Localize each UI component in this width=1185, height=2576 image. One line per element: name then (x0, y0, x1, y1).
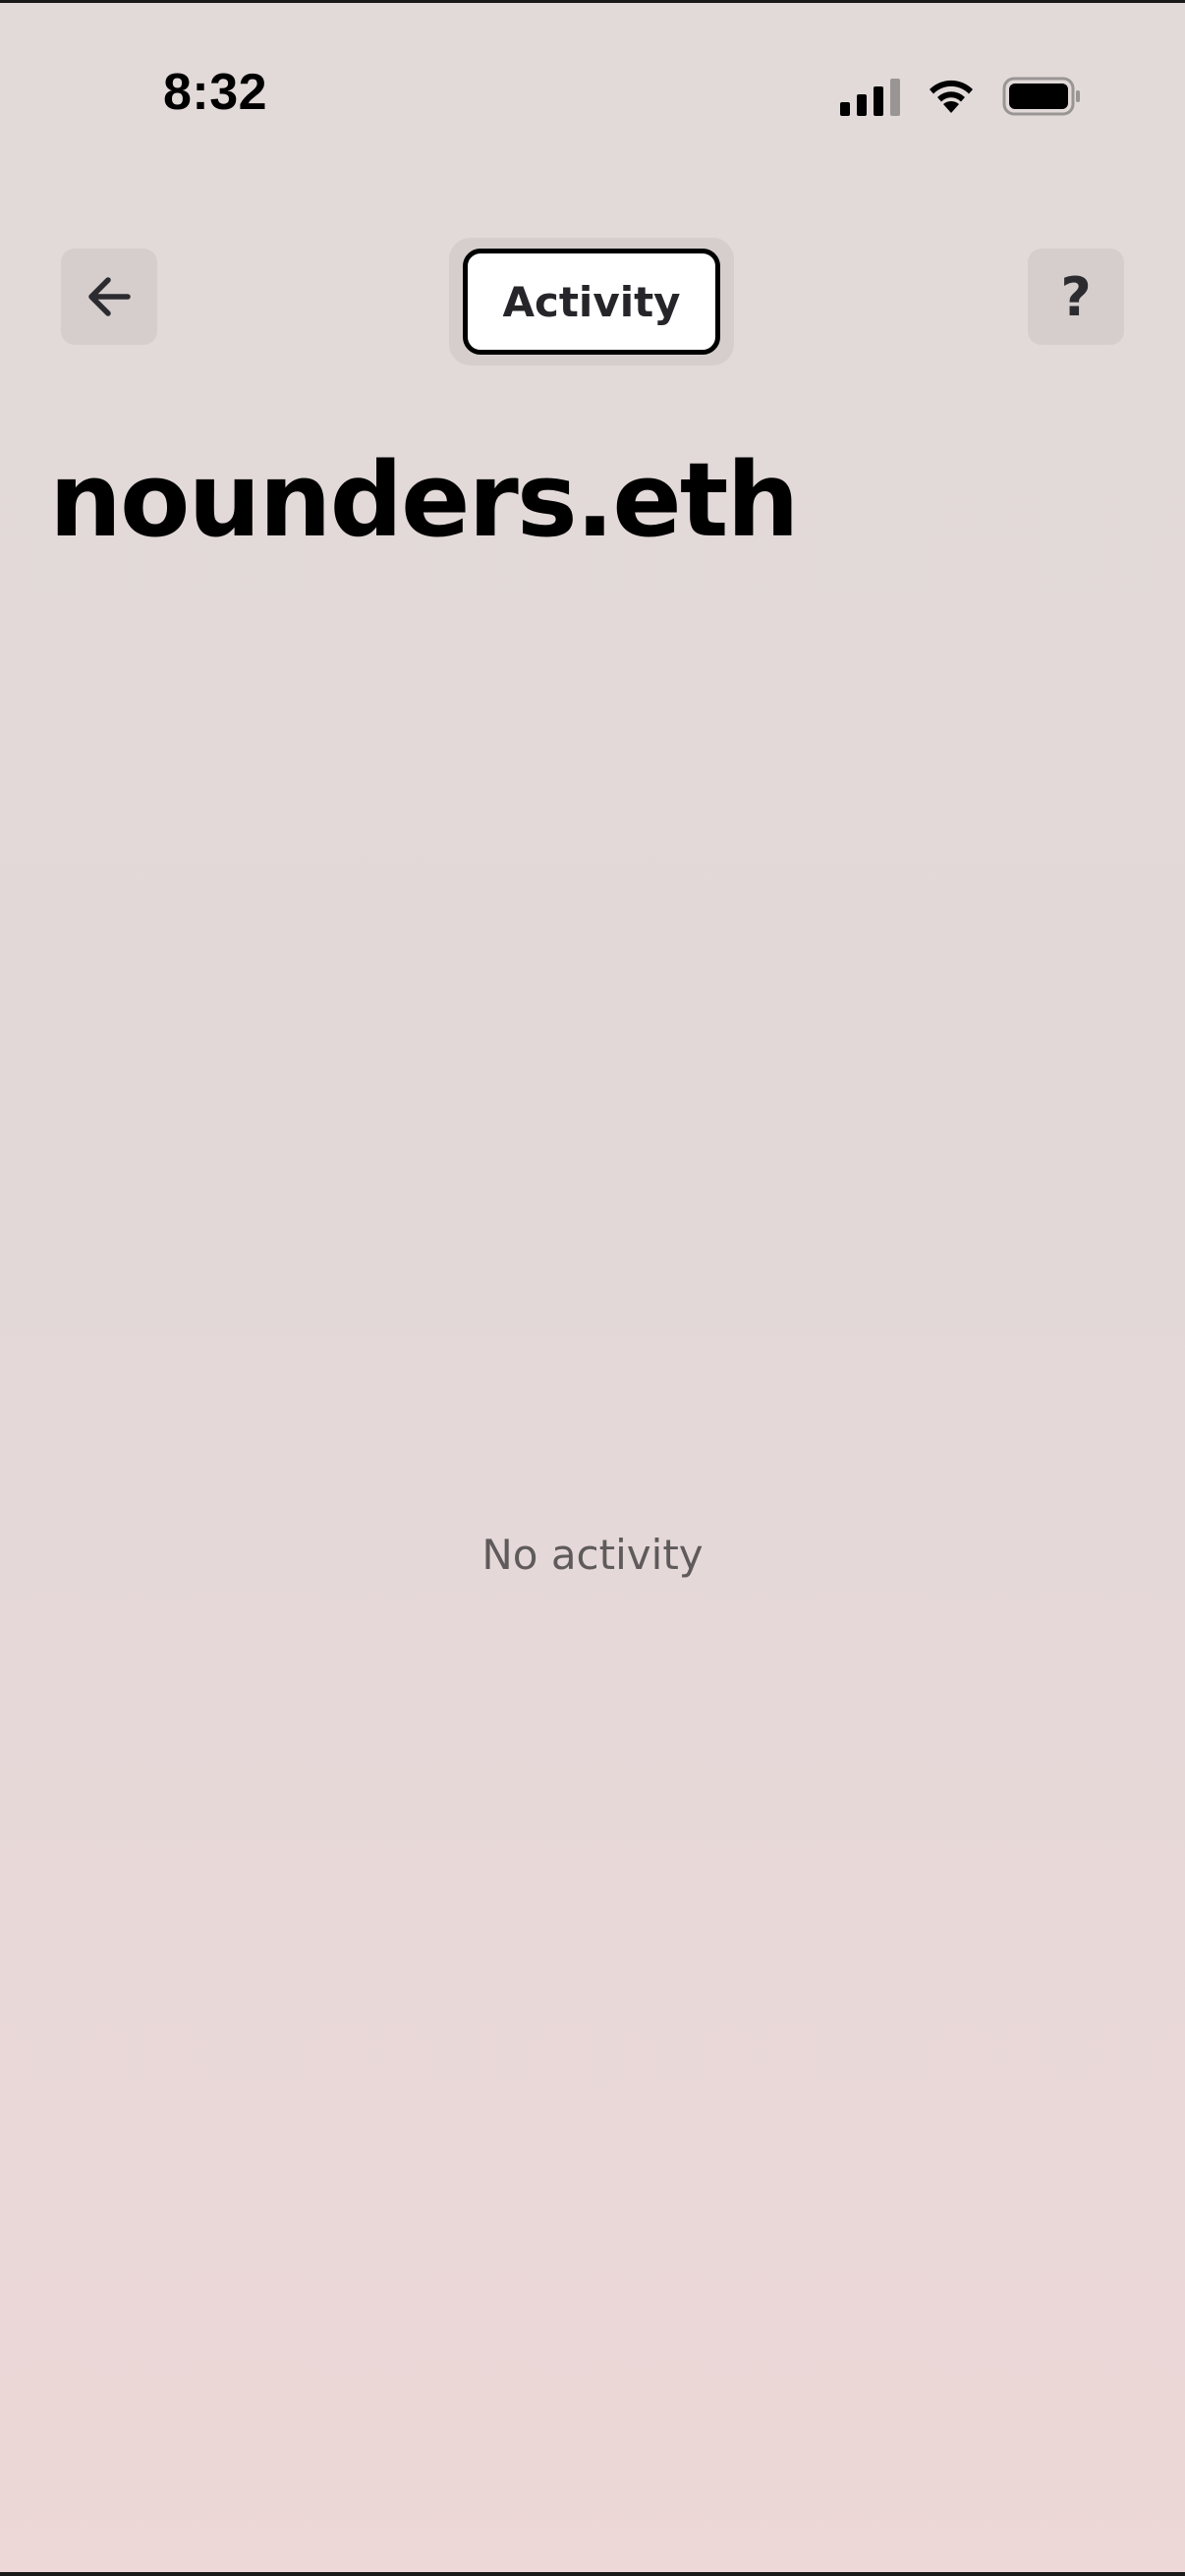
bottom-edge (0, 2572, 1185, 2576)
help-button[interactable]: ? (1028, 249, 1124, 345)
arrow-left-icon (88, 277, 131, 316)
wifi-icon (926, 78, 977, 115)
tab-activity[interactable]: Activity (463, 249, 720, 355)
page-title: nounders.eth (49, 440, 800, 560)
top-edge (0, 0, 1185, 3)
status-time: 8:32 (163, 64, 268, 121)
back-button[interactable] (61, 249, 157, 345)
activity-screen: 8:32 Activity ? nounders.eth No activity (0, 0, 1185, 2576)
empty-state-message: No activity (481, 1531, 704, 1579)
battery-icon (1002, 77, 1081, 116)
cellular-signal-icon (840, 77, 900, 116)
status-icons (840, 73, 1081, 120)
tab-switcher: Activity (449, 238, 734, 365)
